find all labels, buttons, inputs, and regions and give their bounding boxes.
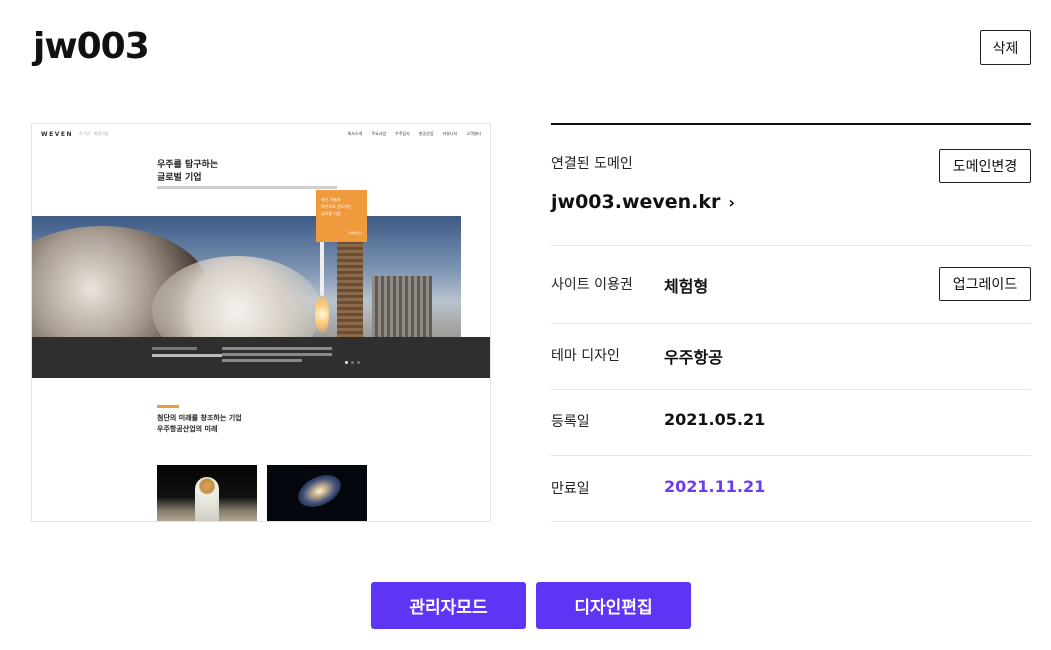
chevron-right-icon: › (728, 192, 735, 212)
preview-launch-structure (372, 276, 432, 338)
preview-hero-title-line: 글로벌 기업 (157, 173, 202, 183)
preview-menu-item: 커뮤니티 (442, 131, 458, 136)
upgrade-button[interactable]: 업그레이드 (939, 267, 1031, 301)
preview-navbar: WEVEN 로그인 · 회원가입 회사소개 주요사업 우주탐사 항공산업 커뮤니… (32, 124, 490, 144)
row-divider (551, 389, 1031, 390)
preview-astronaut-image (157, 465, 257, 521)
preview-astronaut-figure (195, 477, 219, 521)
preview-section-title-line: 첨단의 미래를 창조하는 기업 (157, 414, 242, 422)
preview-hero-title-line: 우주를 탐구하는 (157, 160, 219, 170)
admin-mode-button[interactable]: 관리자모드 (371, 582, 526, 629)
preview-menu-item: 회사소개 (347, 131, 363, 136)
preview-text-line (222, 359, 302, 362)
preview-slider-dots (345, 361, 360, 364)
preview-section-title: 첨단의 미래를 창조하는 기업 우주항공산업의 미래 (157, 413, 242, 435)
preview-galaxy-core (293, 468, 346, 514)
registered-date-value: 2021.05.21 (664, 410, 766, 429)
row-divider (551, 323, 1031, 324)
preview-section-kicker (157, 405, 179, 408)
preview-menu-item: 고객센터 (466, 131, 481, 136)
change-domain-button[interactable]: 도메인변경 (939, 149, 1031, 183)
domain-value: jw003.weven.kr (551, 191, 721, 213)
theme-value: 우주항공 (664, 348, 723, 367)
info-top-line (551, 123, 1031, 125)
preview-hero-title: 우주를 탐구하는 글로벌 기업 (157, 159, 218, 185)
preview-orange-line: 혁신으로 선도하는 (321, 204, 352, 209)
preview-galaxy-image (267, 465, 367, 521)
preview-text-line (152, 347, 197, 350)
site-info-panel: 연결된 도메인 도메인변경 jw003.weven.kr › 사이트 이용권 체… (551, 123, 1031, 522)
preview-hero-subtext (157, 186, 337, 189)
plan-value: 체험형 (664, 277, 709, 296)
preview-menu-item: 주요사업 (371, 131, 387, 136)
preview-text-line (152, 354, 222, 357)
expiry-date-label: 만료일 (551, 481, 590, 497)
preview-section-title-line: 우주항공산업의 미래 (157, 425, 218, 433)
preview-rocket-image (32, 216, 461, 338)
theme-label: 테마 디자인 (551, 348, 620, 364)
row-divider (551, 455, 1031, 456)
registered-date-label: 등록일 (551, 414, 590, 430)
preview-logo: WEVEN (41, 130, 73, 138)
preview-menu: 회사소개 주요사업 우주탐사 항공산업 커뮤니티 고객센터 (348, 131, 481, 137)
delete-button[interactable]: 삭제 (980, 30, 1031, 65)
plan-label: 사이트 이용권 (551, 277, 633, 293)
preview-flame (315, 294, 329, 334)
preview-orange-line: 글로벌 기업 (321, 211, 341, 216)
preview-text-line (222, 353, 332, 356)
domain-link[interactable]: jw003.weven.kr › (551, 191, 735, 213)
preview-menu-item: 항공산업 (418, 131, 434, 136)
preview-orange-more: 자세히보기 (348, 231, 362, 235)
preview-orange-card: 최신 기술과 혁신으로 선도하는 글로벌 기업 자세히보기 (316, 190, 367, 242)
preview-dark-band (32, 337, 490, 378)
expiry-date-value: 2021.11.21 (664, 477, 766, 496)
preview-text-line (222, 347, 332, 350)
preview-menu-item: 우주탐사 (395, 131, 410, 136)
row-divider (551, 521, 1031, 522)
preview-orange-line: 최신 기술과 (321, 197, 341, 202)
preview-logo-sub: 로그인 · 회원가입 (78, 131, 109, 136)
design-edit-button[interactable]: 디자인편집 (536, 582, 691, 629)
row-divider (551, 245, 1031, 246)
preview-launch-tower (337, 236, 363, 338)
domain-label: 연결된 도메인 (551, 156, 633, 172)
site-preview[interactable]: WEVEN 로그인 · 회원가입 회사소개 주요사업 우주탐사 항공산업 커뮤니… (31, 123, 491, 522)
site-title: jw003 (33, 26, 150, 67)
